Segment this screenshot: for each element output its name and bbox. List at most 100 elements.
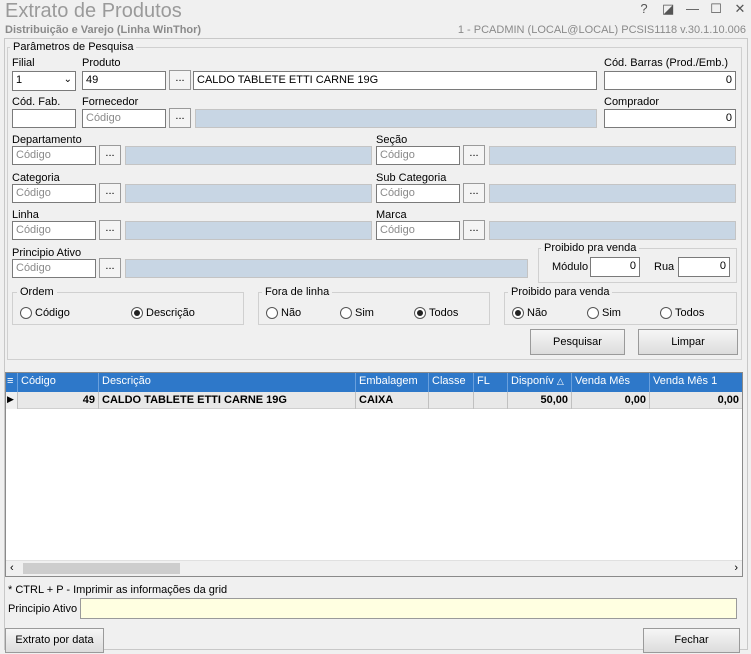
produto-code-input[interactable]: 49	[82, 71, 166, 90]
scroll-left-icon[interactable]: ‹	[10, 562, 14, 574]
limpar-button[interactable]: Limpar	[638, 329, 738, 355]
footer-principio-field[interactable]	[80, 598, 737, 619]
extrato-por-data-button[interactable]: Extrato por data	[5, 628, 104, 653]
user-info: 1 - PCADMIN (LOCAL@LOCAL) PCSIS1118 v.30…	[457, 24, 746, 36]
fornecedor-lookup-button[interactable]: ...	[169, 108, 191, 128]
cell-descricao: CALDO TABLETE ETTI CARNE 19G	[99, 392, 356, 409]
linha-code-input[interactable]: Código	[12, 221, 96, 240]
categoria-label: Categoria	[12, 172, 60, 184]
col-codigo[interactable]: Código	[18, 373, 99, 392]
linha-lookup-button[interactable]: ...	[99, 220, 121, 240]
fora-linha-title: Fora de linha	[262, 286, 333, 298]
print-hint: * CTRL + P - Imprimir as informações da …	[8, 584, 228, 596]
sub-categoria-code-input[interactable]: Código	[376, 184, 460, 203]
linha-label: Linha	[12, 209, 39, 221]
sub-categoria-label: Sub Categoria	[376, 172, 447, 184]
proibido-venda-title: Proibido pra venda	[541, 242, 640, 254]
cell-fl	[474, 392, 508, 409]
marca-description	[489, 221, 736, 240]
col-venda-mes[interactable]: Venda Mês	[572, 373, 650, 392]
footer-principio-label: Principio Ativo	[8, 603, 78, 615]
principio-ativo-label: Principio Ativo	[12, 247, 82, 259]
principio-ativo-code-input[interactable]: Código	[12, 259, 96, 278]
linha-description	[125, 221, 372, 240]
departamento-code-input[interactable]: Código	[12, 146, 96, 165]
grid-header: ≡ Código Descrição Embalagem Classe FL D…	[6, 373, 742, 392]
rua-input[interactable]: 0	[678, 257, 730, 277]
cell-codigo: 49	[18, 392, 99, 409]
cell-embalagem: CAIXA	[356, 392, 429, 409]
col-venda-mes-1[interactable]: Venda Mês 1	[650, 373, 742, 392]
scroll-right-icon[interactable]: ›	[734, 562, 738, 574]
ordem-descricao-radio[interactable]: Descrição	[131, 307, 195, 319]
ordem-title: Ordem	[17, 286, 57, 298]
search-params-title: Parâmetros de Pesquisa	[10, 41, 137, 53]
cell-classe	[429, 392, 474, 409]
grid-menu-icon[interactable]: ≡	[6, 373, 18, 392]
comprador-label: Comprador	[604, 96, 660, 108]
filial-value: 1	[16, 74, 23, 86]
grid-horizontal-scrollbar[interactable]: ‹ ›	[6, 560, 742, 576]
rua-label: Rua	[654, 261, 675, 273]
fora-linha-todos-radio[interactable]: Todos	[414, 307, 458, 319]
cell-venda-mes-1: 0,00	[717, 394, 739, 406]
cod-barras-input[interactable]: 0	[604, 71, 736, 90]
fora-linha-nao-radio[interactable]: Não	[266, 307, 301, 319]
fornecedor-description	[195, 109, 597, 128]
minimize-icon[interactable]: —	[686, 1, 699, 17]
produto-label: Produto	[82, 57, 121, 69]
modulo-label: Módulo	[552, 261, 589, 273]
principio-ativo-description	[125, 259, 528, 278]
proibido-nao-radio[interactable]: Não	[512, 307, 547, 319]
close-icon[interactable]: ✕	[734, 1, 746, 17]
fornecedor-code-input[interactable]: Código	[82, 109, 166, 128]
restore-icon[interactable]: ◪	[662, 1, 674, 17]
principio-ativo-lookup-button[interactable]: ...	[99, 258, 121, 278]
secao-description	[489, 146, 736, 165]
modulo-input[interactable]: 0	[590, 257, 640, 277]
scrollbar-thumb[interactable]	[23, 563, 180, 574]
pesquisar-button[interactable]: Pesquisar	[530, 329, 625, 355]
secao-lookup-button[interactable]: ...	[463, 145, 485, 165]
window-title: Extrato de Produtos	[5, 0, 182, 22]
departamento-label: Departamento	[12, 134, 82, 146]
col-classe[interactable]: Classe	[429, 373, 474, 392]
products-grid[interactable]: ≡ Código Descrição Embalagem Classe FL D…	[5, 372, 743, 577]
marca-lookup-button[interactable]: ...	[463, 220, 485, 240]
fechar-button[interactable]: Fechar	[643, 628, 740, 653]
filial-select[interactable]: 1 ⌄	[12, 71, 76, 91]
cod-fab-input[interactable]	[12, 109, 76, 128]
produto-lookup-button[interactable]: ...	[169, 70, 191, 90]
categoria-lookup-button[interactable]: ...	[99, 183, 121, 203]
filial-label: Filial	[12, 57, 35, 69]
cell-venda-mes: 0,00	[572, 392, 650, 409]
help-icon[interactable]: ?	[638, 1, 650, 17]
secao-code-input[interactable]: Código	[376, 146, 460, 165]
proibido-sim-radio[interactable]: Sim	[587, 307, 621, 319]
col-descricao[interactable]: Descrição	[99, 373, 356, 392]
cod-fab-label: Cód. Fab.	[12, 96, 61, 108]
cell-disponivel: 50,00	[508, 392, 572, 409]
window-subtitle: Distribuição e Varejo (Linha WinThor)	[5, 24, 202, 36]
proibido-todos-radio[interactable]: Todos	[660, 307, 704, 319]
fornecedor-label: Fornecedor	[82, 96, 139, 108]
categoria-description	[125, 184, 372, 203]
sub-categoria-lookup-button[interactable]: ...	[463, 183, 485, 203]
ordem-codigo-radio[interactable]: Código	[20, 307, 70, 319]
table-row[interactable]: ▶ 49 CALDO TABLETE ETTI CARNE 19G CAIXA …	[6, 392, 742, 409]
chevron-down-icon: ⌄	[63, 74, 72, 85]
categoria-code-input[interactable]: Código	[12, 184, 96, 203]
cod-barras-label: Cód. Barras (Prod./Emb.)	[604, 57, 729, 69]
sort-asc-icon: △	[556, 376, 564, 386]
marca-code-input[interactable]: Código	[376, 221, 460, 240]
fora-linha-sim-radio[interactable]: Sim	[340, 307, 374, 319]
maximize-icon[interactable]: ☐	[710, 1, 722, 17]
col-fl[interactable]: FL	[474, 373, 508, 392]
departamento-lookup-button[interactable]: ...	[99, 145, 121, 165]
col-disponivel[interactable]: Disponív △	[508, 373, 572, 392]
sub-categoria-description	[489, 184, 736, 203]
proibido-para-venda-title: Proibido para venda	[508, 286, 613, 298]
comprador-input[interactable]: 0	[604, 109, 736, 128]
col-embalagem[interactable]: Embalagem	[356, 373, 429, 392]
departamento-description	[125, 146, 372, 165]
